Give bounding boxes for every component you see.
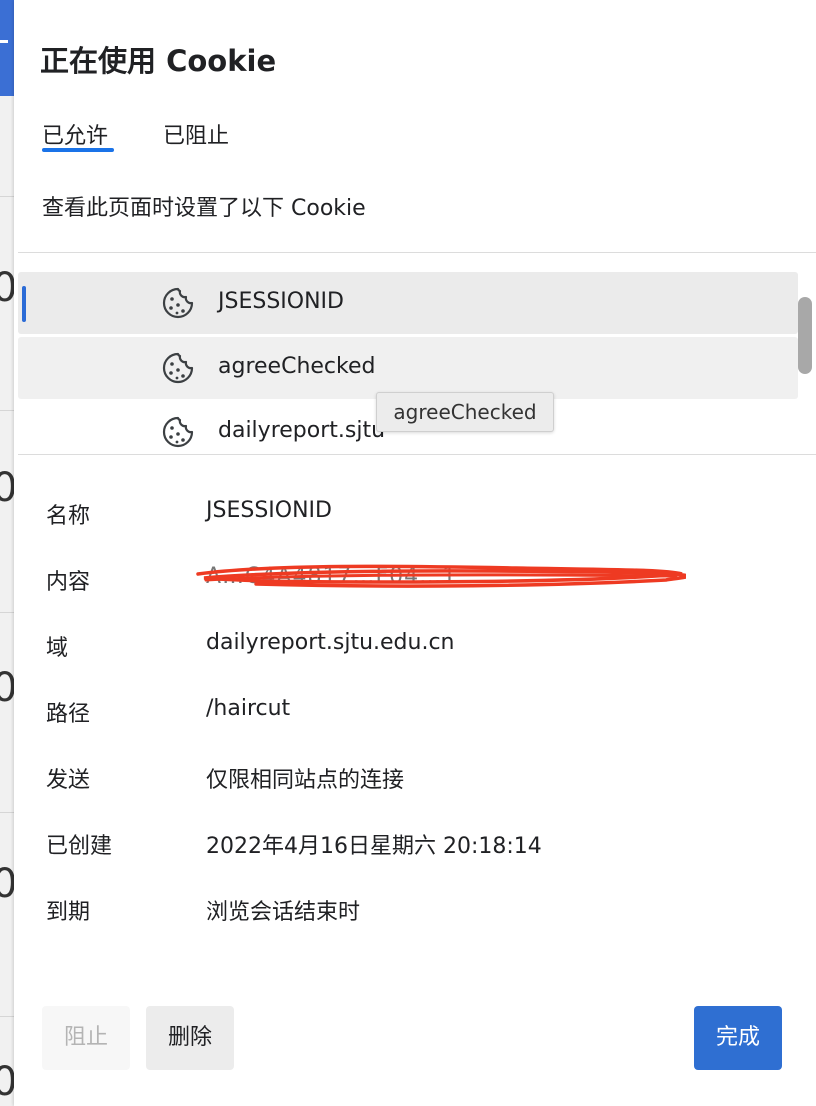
background-divider <box>0 410 14 411</box>
detail-label-domain: 域 <box>46 636 69 661</box>
cookie-icon <box>162 416 194 448</box>
tab-allowed[interactable]: 已允许 <box>42 118 108 150</box>
cookie-name: dailyreport.sjtu <box>218 418 386 443</box>
background-text: 0 <box>0 1059 14 1105</box>
selection-indicator <box>22 286 26 322</box>
detail-label-content: 内容 <box>46 570 91 595</box>
cookies-dialog: 正在使用 Cookie 已允许 已阻止 查看此页面时设置了以下 Cookie J… <box>14 0 816 1106</box>
background-text: 0 <box>0 861 14 907</box>
cookie-name: JSESSIONID <box>218 289 344 314</box>
detail-value-created: 2022年4月16日星期六 20:18:14 <box>206 834 542 859</box>
background-divider <box>0 196 14 197</box>
delete-button[interactable]: 删除 <box>146 1006 234 1070</box>
active-tab-indicator <box>42 148 114 152</box>
divider <box>18 454 816 455</box>
detail-label-name: 名称 <box>46 504 91 529</box>
done-button[interactable]: 完成 <box>694 1006 782 1070</box>
background-text: 0 <box>0 665 14 711</box>
background-divider <box>0 812 14 813</box>
background-divider <box>0 1016 14 1017</box>
detail-label-send: 发送 <box>46 768 91 793</box>
detail-label-path: 路径 <box>46 702 91 727</box>
divider <box>18 252 816 253</box>
detail-label-created: 已创建 <box>46 834 113 859</box>
detail-value-name: JSESSIONID <box>206 498 332 523</box>
background-button <box>0 0 14 96</box>
background-text: 0 <box>0 465 14 511</box>
cookie-icon <box>162 352 194 384</box>
redaction-scribble <box>196 564 686 588</box>
cookie-name: agreeChecked <box>218 354 376 379</box>
background-text: 0 <box>0 265 14 311</box>
background-page: 0 0 0 0 0 <box>0 0 14 1106</box>
detail-value-path: /haircut <box>206 696 291 721</box>
dialog-title: 正在使用 Cookie <box>40 44 277 78</box>
tab-blocked[interactable]: 已阻止 <box>163 118 229 150</box>
cookie-list-item[interactable]: agreeChecked <box>18 337 798 399</box>
list-scrollbar[interactable] <box>798 297 812 374</box>
cookie-list-item[interactable]: JSESSIONID <box>18 272 798 334</box>
detail-label-expires: 到期 <box>46 900 91 925</box>
cookies-description: 查看此页面时设置了以下 Cookie <box>42 196 366 221</box>
cookie-icon <box>162 287 194 319</box>
block-button[interactable]: 阻止 <box>42 1006 130 1070</box>
detail-value-send: 仅限相同站点的连接 <box>206 768 405 793</box>
detail-value-domain: dailyreport.sjtu.edu.cn <box>206 630 455 655</box>
detail-value-expires: 浏览会话结束时 <box>206 900 361 925</box>
background-divider <box>0 612 14 613</box>
cookie-name-tooltip: agreeChecked <box>376 392 554 432</box>
